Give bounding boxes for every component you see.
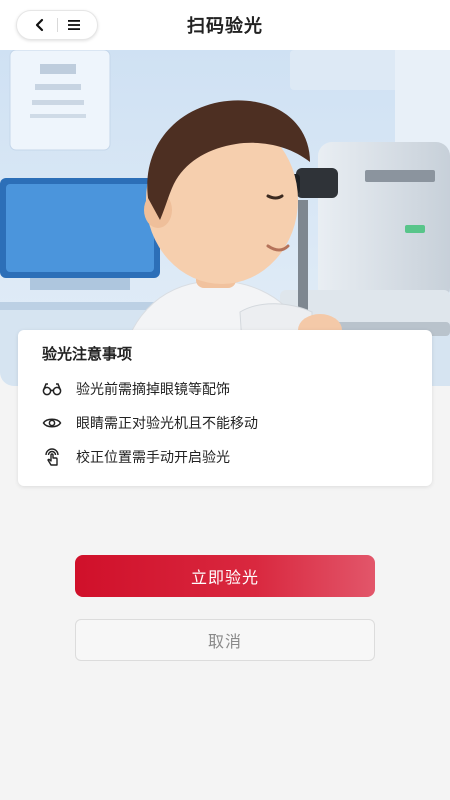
page-title: 扫码验光 [187, 16, 263, 37]
nav-divider [56, 18, 58, 32]
notice-item: 验光前需摘掉眼镜等配饰 [42, 372, 408, 406]
back-button[interactable] [31, 16, 49, 34]
hand-tap-icon [42, 447, 62, 467]
notice-item: 校正位置需手动开启验光 [42, 440, 408, 474]
notice-list: 验光前需摘掉眼镜等配饰 眼睛需正对验光机且不能移动 校正位置需手动开启验光 [42, 372, 408, 474]
notice-text: 校正位置需手动开启验光 [76, 450, 230, 466]
chevron-left-icon [35, 18, 44, 32]
notice-text: 眼睛需正对验光机且不能移动 [76, 416, 258, 432]
top-bar: 扫码验光 [0, 0, 450, 50]
cancel-button[interactable]: 取消 [75, 619, 375, 661]
menu-button[interactable] [65, 16, 83, 34]
notice-item: 眼睛需正对验光机且不能移动 [42, 406, 408, 440]
glasses-icon [42, 379, 62, 399]
notice-text: 验光前需摘掉眼镜等配饰 [76, 382, 230, 398]
notice-title: 验光注意事项 [42, 345, 133, 363]
notice-card: 验光注意事项 验光前需摘掉眼镜等配饰 眼睛需正对验光机且不能移动 校正位置需手动… [18, 330, 432, 486]
start-optometry-button[interactable]: 立即验光 [75, 555, 375, 597]
eye-icon [42, 413, 62, 433]
nav-capsule [16, 10, 98, 40]
hamburger-menu-icon [68, 20, 80, 30]
